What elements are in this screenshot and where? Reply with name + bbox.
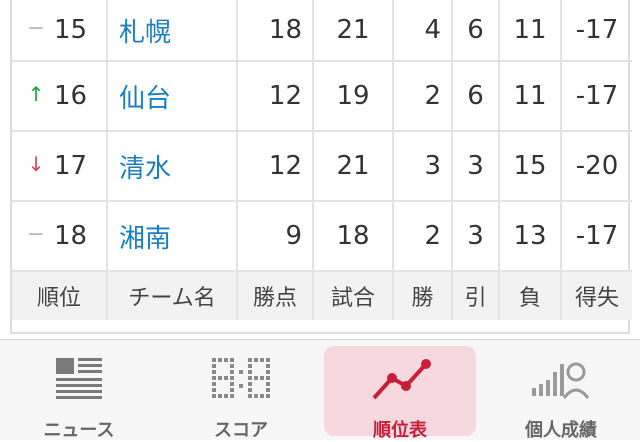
team-link[interactable]: 札幌 <box>107 0 238 62</box>
points-cell: 18 <box>237 0 314 62</box>
rank-value: 18 <box>54 221 88 251</box>
tab-news-label: ニュース <box>43 420 115 441</box>
draws-cell: 3 <box>452 131 500 202</box>
header-games: 試合 <box>313 271 394 320</box>
diff-cell: -17 <box>561 201 632 272</box>
losses-cell: 11 <box>499 61 562 132</box>
diff-cell: -17 <box>561 61 632 132</box>
losses-cell: 15 <box>499 131 562 202</box>
diff-cell: -20 <box>561 131 632 202</box>
games-cell: 21 <box>313 0 394 62</box>
tab-news[interactable]: ニュース <box>0 346 158 441</box>
tab-score[interactable]: スコア <box>162 346 320 441</box>
losses-cell: 11 <box>499 0 562 62</box>
rank-value: 16 <box>54 81 88 111</box>
bottom-tab-bar: ニュース スコア 順位表 個人成績 <box>0 339 640 441</box>
wins-cell: 3 <box>393 131 453 202</box>
rank-cell: ↓ 17 <box>12 131 108 202</box>
draws-cell: 6 <box>452 61 500 132</box>
losses-cell: 13 <box>499 201 562 272</box>
wins-cell: 2 <box>393 201 453 272</box>
person-stats-icon <box>532 358 590 404</box>
header-team: チーム名 <box>107 271 238 320</box>
team-link[interactable]: 清水 <box>107 131 238 202</box>
header-rank: 順位 <box>12 271 108 320</box>
header-diff: 得失 <box>561 271 632 320</box>
points-cell: 9 <box>237 201 314 272</box>
news-icon <box>56 358 102 404</box>
line-chart-icon <box>368 358 432 408</box>
tab-player-stats[interactable]: 個人成績 <box>482 346 640 441</box>
points-cell: 12 <box>237 131 314 202</box>
points-cell: 12 <box>237 61 314 132</box>
wins-cell: 4 <box>393 0 453 62</box>
tab-standings[interactable]: 順位表 <box>324 346 476 441</box>
table-row: ↓ 17 清水 12 21 3 3 15 -20 <box>12 131 632 202</box>
table-row: −18 湘南 9 18 2 3 13 -17 <box>12 201 632 272</box>
scoreboard-icon <box>212 358 270 404</box>
header-points: 勝点 <box>237 271 314 320</box>
table-row: −15 札幌 18 21 4 6 11 -17 <box>12 0 632 62</box>
dash-icon: − <box>26 222 46 247</box>
games-cell: 18 <box>313 201 394 272</box>
tab-standings-label: 順位表 <box>373 420 427 441</box>
draws-cell: 6 <box>452 0 500 62</box>
tab-score-label: スコア <box>214 420 268 441</box>
diff-cell: -17 <box>561 0 632 62</box>
rank-cell: −18 <box>12 201 108 272</box>
rank-cell: −15 <box>12 0 108 62</box>
draws-cell: 3 <box>452 201 500 272</box>
arrow-up-icon: ↑ <box>27 82 45 106</box>
arrow-down-icon: ↓ <box>27 152 45 176</box>
table-row: ↑ 16 仙台 12 19 2 6 11 -17 <box>12 61 632 132</box>
rank-value: 17 <box>54 151 88 181</box>
dash-icon: − <box>26 16 46 41</box>
wins-cell: 2 <box>393 61 453 132</box>
team-link[interactable]: 湘南 <box>107 201 238 272</box>
rank-cell: ↑ 16 <box>12 61 108 132</box>
games-cell: 19 <box>313 61 394 132</box>
games-cell: 21 <box>313 131 394 202</box>
header-wins: 勝 <box>393 271 453 320</box>
tab-player-stats-label: 個人成績 <box>525 420 597 441</box>
header-draws: 引 <box>452 271 500 320</box>
standings-table: −15 札幌 18 21 4 6 11 -17 ↑ 16 仙台 12 19 2 6 11 -17 ↓ 17 清水 12 2… <box>10 0 632 334</box>
rank-value: 15 <box>54 15 88 45</box>
team-link[interactable]: 仙台 <box>107 61 238 132</box>
header-losses: 負 <box>499 271 562 320</box>
standings-header-row: 順位 チーム名 勝点 試合 勝 引 負 得失 <box>12 271 632 320</box>
